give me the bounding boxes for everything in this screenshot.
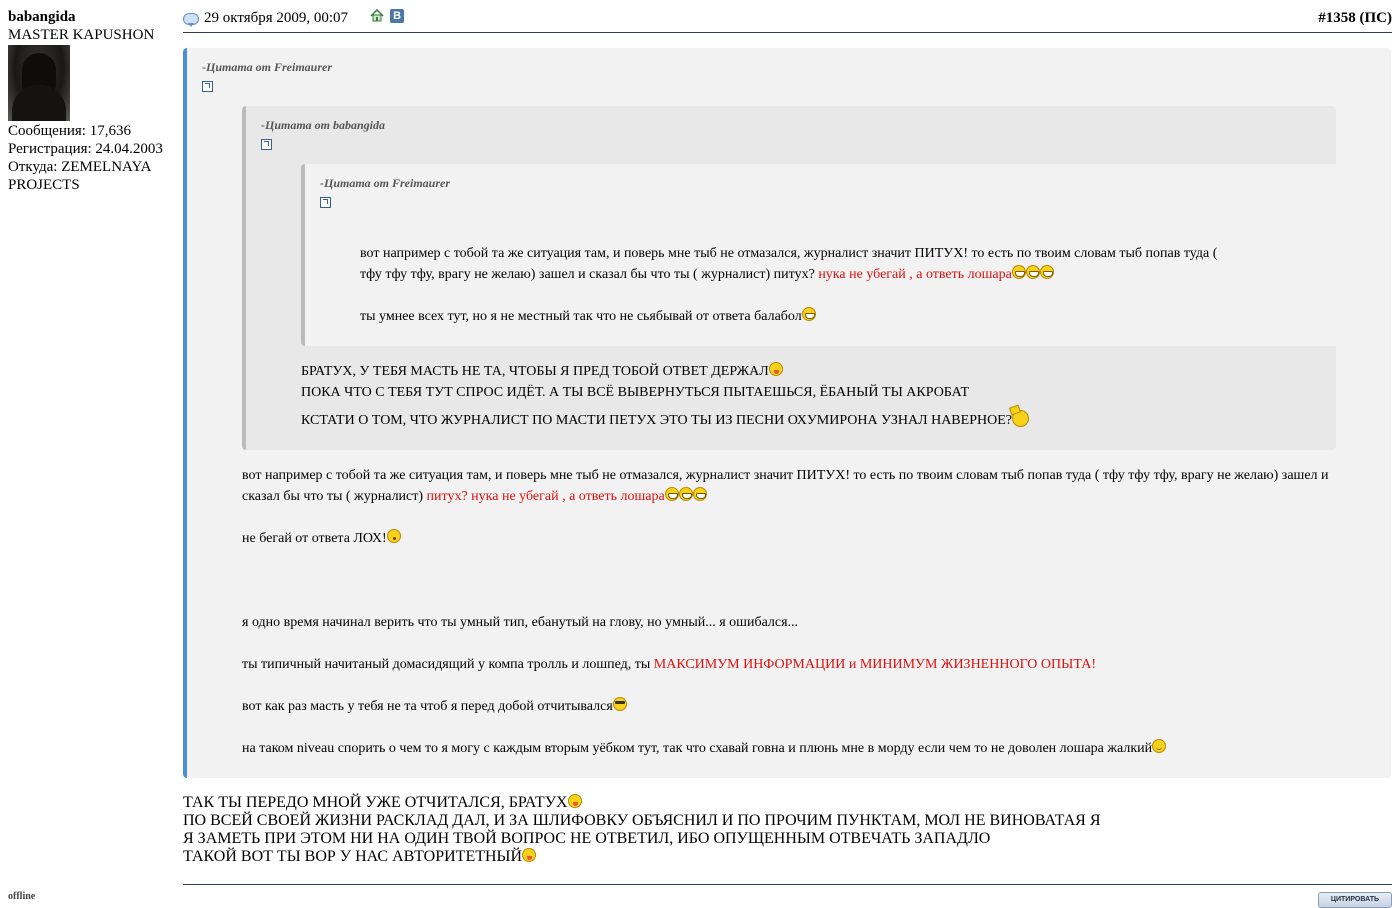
username[interactable]: babangida — [8, 8, 178, 26]
outer-quote-text: не бегай от ответа ЛОХ! — [242, 531, 387, 546]
outer-quote-line: не бегай от ответа ЛОХ! — [242, 528, 401, 549]
grin-smiley-icon — [678, 487, 693, 501]
reply-line: ТАКОЙ ВОТ ТЫ ВОР У НАС АВТОРИТЕТНЫЙ — [183, 848, 537, 866]
post-number[interactable]: #1358 (ПС) — [1318, 10, 1392, 27]
outer-quote-text: ты типичный начитаный домасидящий у комп… — [242, 657, 654, 672]
quote-link-icon[interactable] — [261, 139, 272, 150]
outer-quote-line: вот как раз масть у тебя не та чтоб я пе… — [242, 696, 627, 717]
tongue-smiley-icon — [768, 362, 783, 376]
outer-quote-text: на таком niveau спорить о чем то я могу … — [242, 741, 1153, 756]
outer-quote-line: вот например с тобой та же ситуация там,… — [242, 468, 1329, 483]
user-title: MASTER KAPUSHON — [8, 27, 155, 43]
home-icon[interactable] — [370, 9, 384, 22]
inner-quote-line: вот например с тобой та же ситуация там,… — [360, 246, 1218, 261]
middle-quote-line: ПОКА ЧТО С ТЕБЯ ТУТ СПРОС ИДЁТ. А ТЫ ВСЁ… — [301, 385, 970, 400]
quote-inner-author: -Цитата от Freimaurer — [320, 176, 451, 190]
user-registered: Регистрация: 24.04.2003 — [8, 141, 163, 157]
quote-link-icon[interactable] — [202, 81, 213, 92]
grin-smiley-icon — [1025, 265, 1040, 279]
grin-smiley-icon — [692, 487, 707, 501]
grin-smiley-icon — [664, 487, 679, 501]
post-bubble-icon — [183, 12, 199, 27]
quote-link-icon[interactable] — [320, 197, 331, 208]
outer-quote-line: на таком niveau спорить о чем то я могу … — [242, 738, 1167, 759]
reply-line: Я ЗАМЕТЬ ПРИ ЭТОМ НИ НА ОДИН ТВОЙ ВОПРОС… — [183, 830, 991, 847]
middle-quote-text: КСТАТИ О ТОМ, ЧТО ЖУРНАЛИСТ ПО МАСТИ ПЕТ… — [301, 413, 1012, 428]
cool-smiley-icon — [612, 697, 627, 711]
post-number-link[interactable]: #1358 — [1318, 10, 1356, 26]
inner-quote-red-text: нука не убегай , а ответь лошара — [818, 267, 1012, 282]
crown-smiley-icon — [1011, 410, 1029, 427]
quote-outer-author: -Цитата от Freimaurer — [202, 60, 333, 74]
quote-button[interactable]: ЦИТИРОВАТЬ — [1318, 892, 1392, 908]
online-status: offline — [8, 891, 36, 902]
outer-quote-text: вот как раз масть у тебя не та чтоб я пе… — [242, 699, 613, 714]
post-date: 29 октября 2009, 00:07 — [204, 10, 349, 26]
user-location: Откуда: ZEMELNAYA — [8, 159, 152, 175]
inner-quote-text: ты умнее всех тут, но я не местный так ч… — [360, 309, 802, 324]
user-location-2: PROJECTS — [8, 177, 80, 193]
inner-quote-line: ты умнее всех тут, но я не местный так ч… — [360, 306, 816, 327]
smile-smiley-icon — [1152, 739, 1167, 753]
grin-smiley-icon — [1011, 265, 1026, 279]
middle-quote-line: БРАТУХ, У ТЕБЯ МАСТЬ НЕ ТА, ЧТОБЫ Я ПРЕД… — [301, 361, 783, 382]
outer-quote-red-text: питух? нука не убегай , а ответь лошара — [426, 489, 665, 504]
vk-icon[interactable]: В — [390, 8, 405, 23]
outer-quote-line: ты типичный начитаный домасидящий у комп… — [242, 654, 1096, 675]
post-header: 29 октября 2009, 00:07 В #1358 (ПС) — [183, 8, 1392, 33]
tongue-smiley-icon — [567, 794, 582, 808]
reply-text: ТАК ТЫ ПЕРЕДО МНОЙ УЖЕ ОТЧИТАЛСЯ, БРАТУХ — [183, 794, 568, 811]
reply-line: ПО ВСЕЙ СВОЕЙ ЖИЗНИ РАСКЛАД ДАЛ, И ЗА ШЛ… — [183, 812, 1101, 829]
shock-smiley-icon — [386, 529, 401, 543]
user-info: babangida MASTER KAPUSHON Сообщения: 17,… — [8, 8, 178, 194]
outer-quote-line: я одно время начинал верить что ты умный… — [242, 615, 799, 630]
inner-quote-line: тфу тфу тфу, врагу не желаю) зашел и ска… — [360, 264, 1054, 285]
grin-smiley-icon — [801, 307, 816, 321]
reply-text: ТАКОЙ ВОТ ТЫ ВОР У НАС АВТОРИТЕТНЫЙ — [183, 848, 523, 865]
avatar[interactable] — [8, 45, 70, 121]
post-number-suffix[interactable]: (ПС) — [1360, 10, 1393, 26]
middle-quote-line: КСТАТИ О ТОМ, ЧТО ЖУРНАЛИСТ ПО МАСТИ ПЕТ… — [301, 410, 1029, 431]
outer-quote-text: сказал бы что ты ( журналист) — [242, 489, 427, 504]
post-footer-divider — [183, 884, 1392, 885]
outer-quote-line: сказал бы что ты ( журналист) питух? нук… — [242, 486, 707, 507]
quote-middle-author: -Цитата от babangida — [261, 118, 386, 132]
inner-quote-text: тфу тфу тфу, врагу не желаю) зашел и ска… — [360, 267, 819, 282]
middle-quote-text: БРАТУХ, У ТЕБЯ МАСТЬ НЕ ТА, ЧТОБЫ Я ПРЕД… — [301, 364, 769, 379]
outer-quote-red-text: МАКСИМУМ ИНФОРМАЦИИ и МИНИМУМ ЖИЗНЕННОГО… — [653, 657, 1096, 672]
user-posts: Сообщения: 17,636 — [8, 123, 131, 139]
grin-smiley-icon — [1039, 265, 1054, 279]
tongue-smiley-icon — [522, 848, 537, 862]
reply-line: ТАК ТЫ ПЕРЕДО МНОЙ УЖЕ ОТЧИТАЛСЯ, БРАТУХ — [183, 794, 582, 812]
